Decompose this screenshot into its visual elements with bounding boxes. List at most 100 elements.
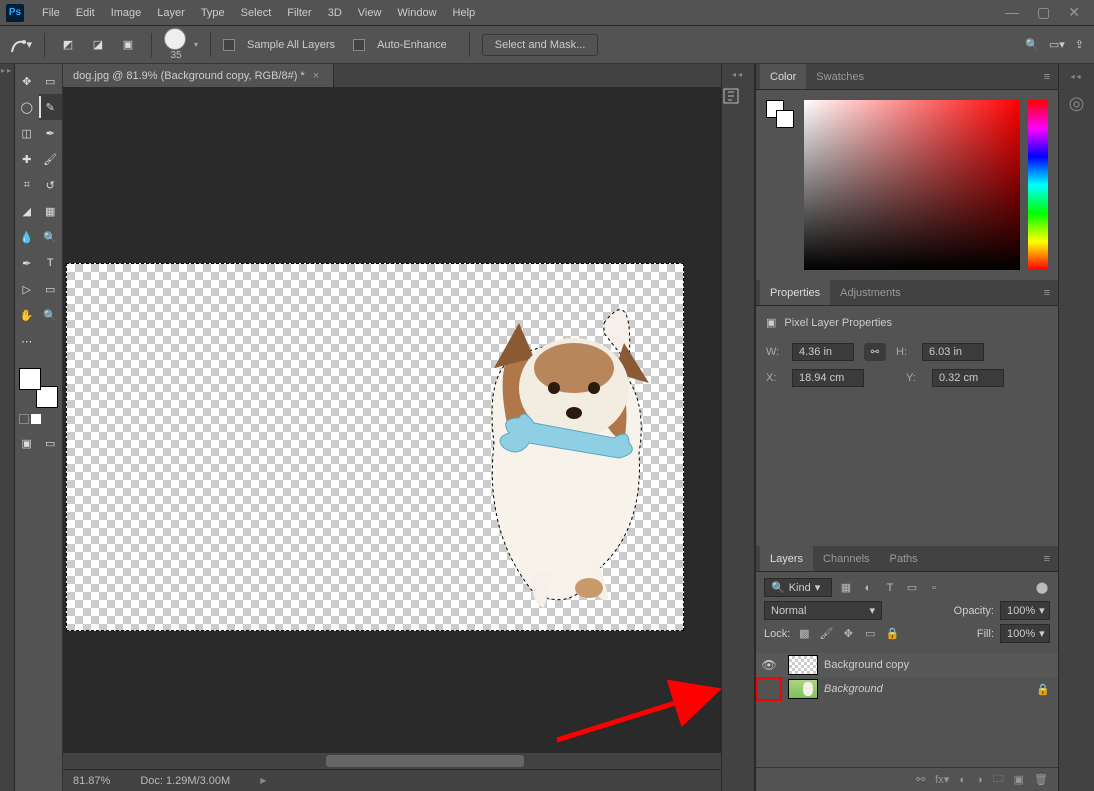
color-swatches[interactable]	[19, 368, 58, 408]
brush-preview[interactable]	[164, 28, 186, 50]
swap-colors-icon[interactable]	[31, 414, 41, 424]
menu-image[interactable]: Image	[103, 0, 150, 25]
hand-tool[interactable]: ✋	[15, 302, 39, 328]
workspace-icon[interactable]: ▭▾	[1049, 38, 1065, 51]
clone-tool[interactable]: ⌗	[15, 172, 39, 198]
color-panel-menu-icon[interactable]: ≡	[1036, 71, 1058, 83]
eyedropper-tool[interactable]: ✒	[39, 120, 63, 146]
layer-row[interactable]: Background 🔒	[756, 677, 1058, 701]
horizontal-scrollbar[interactable]	[63, 753, 721, 769]
filter-smart-icon[interactable]: ▫	[926, 581, 942, 595]
add-selection-icon[interactable]: ◩	[57, 34, 79, 56]
eraser-tool[interactable]: ◢	[15, 198, 39, 224]
color-tab[interactable]: Color	[760, 64, 806, 89]
link-wh-icon[interactable]: ⚯	[864, 343, 886, 361]
menu-help[interactable]: Help	[445, 0, 484, 25]
menu-select[interactable]: Select	[233, 0, 280, 25]
document-canvas[interactable]	[66, 263, 684, 631]
shape-tool[interactable]: ▭	[39, 276, 63, 302]
lock-paint-icon[interactable]: 🖌	[818, 627, 834, 641]
color-field[interactable]	[804, 100, 1020, 270]
mask-icon[interactable]: ◐	[959, 774, 966, 786]
fx-icon[interactable]: fx▾	[935, 773, 949, 786]
screenmode-tool[interactable]: ▭	[39, 430, 63, 456]
layers-panel-menu-icon[interactable]: ≡	[1036, 553, 1058, 565]
layer-name[interactable]: Background copy	[824, 659, 1050, 671]
collapse-right-icon[interactable]: ◂◂	[1059, 72, 1094, 81]
layer-row[interactable]: 👁 Background copy	[756, 653, 1058, 677]
height-input[interactable]	[922, 343, 984, 361]
sample-all-checkbox[interactable]	[223, 39, 235, 51]
properties-panel-menu-icon[interactable]: ≡	[1036, 287, 1058, 299]
lock-artboard-icon[interactable]: ▭	[862, 627, 878, 641]
x-input[interactable]	[792, 369, 864, 387]
properties-tab[interactable]: Properties	[760, 280, 830, 305]
menu-3d[interactable]: 3D	[320, 0, 350, 25]
maximize-button[interactable]: ▢	[1037, 4, 1050, 21]
lock-all-icon[interactable]: 🔒	[884, 627, 900, 641]
paths-tab[interactable]: Paths	[880, 546, 928, 571]
healing-tool[interactable]: ✚	[15, 146, 39, 172]
dodge-tool[interactable]: 🔍	[39, 224, 63, 250]
layer-name[interactable]: Background	[824, 683, 1036, 695]
cc-libraries-icon[interactable]: ◎	[1059, 93, 1094, 114]
hue-slider[interactable]	[1028, 100, 1048, 270]
share-icon[interactable]: ⇪	[1075, 38, 1084, 51]
menu-layer[interactable]: Layer	[149, 0, 193, 25]
lasso-tool[interactable]: ◯	[15, 94, 39, 120]
close-tab-icon[interactable]: ×	[313, 70, 319, 82]
visibility-toggle[interactable]: 👁	[756, 653, 782, 677]
lock-trans-icon[interactable]: ▩	[796, 627, 812, 641]
adjustments-tab[interactable]: Adjustments	[830, 280, 911, 305]
expand-left-icon[interactable]: ▸▸	[1, 66, 13, 75]
new-layer-icon[interactable]: ▣	[1014, 773, 1024, 786]
current-tool-icon[interactable]: ▾	[10, 34, 32, 56]
fill-input[interactable]: 100%▾	[1000, 624, 1050, 643]
channels-tab[interactable]: Channels	[813, 546, 879, 571]
swatches-tab[interactable]: Swatches	[806, 64, 874, 89]
document-tab[interactable]: dog.jpg @ 81.9% (Background copy, RGB/8#…	[63, 64, 334, 87]
filter-shape-icon[interactable]: ▭	[904, 581, 920, 595]
auto-enhance-checkbox[interactable]	[353, 39, 365, 51]
collapse-mid-icon[interactable]: ◂◂	[722, 70, 754, 79]
intersect-selection-icon[interactable]: ▣	[117, 34, 139, 56]
history-collapsed-icon[interactable]	[722, 87, 754, 105]
minimize-button[interactable]: —	[1005, 4, 1019, 21]
filter-type-icon[interactable]: T	[882, 581, 898, 595]
quick-selection-tool[interactable]: ✎	[39, 94, 63, 120]
crop-tool[interactable]: ◫	[15, 120, 39, 146]
menu-window[interactable]: Window	[389, 0, 444, 25]
filter-kind-select[interactable]: 🔍Kind▾	[764, 578, 832, 597]
menu-filter[interactable]: Filter	[279, 0, 319, 25]
layers-tab[interactable]: Layers	[760, 546, 813, 571]
select-and-mask-button[interactable]: Select and Mask...	[482, 34, 599, 56]
gradient-tool[interactable]: ▦	[39, 198, 63, 224]
menu-type[interactable]: Type	[193, 0, 233, 25]
pen-tool[interactable]: ✒	[15, 250, 39, 276]
quickmask-tool[interactable]: ▣	[15, 430, 39, 456]
filter-pixel-icon[interactable]: ▦	[838, 581, 854, 595]
menu-edit[interactable]: Edit	[68, 0, 103, 25]
close-button[interactable]: ✕	[1068, 4, 1080, 21]
type-tool[interactable]: T	[39, 250, 63, 276]
zoom-level[interactable]: 81.87%	[73, 775, 110, 787]
zoom-tool[interactable]: 🔍	[39, 302, 63, 328]
history-brush-tool[interactable]: ↺	[39, 172, 63, 198]
blend-mode-select[interactable]: Normal▾	[764, 601, 882, 620]
edit-toolbar[interactable]: ⋯	[15, 328, 39, 354]
move-tool[interactable]: ✥	[15, 68, 39, 94]
y-input[interactable]	[932, 369, 1004, 387]
group-icon[interactable]: 🗀	[993, 770, 1004, 789]
path-select-tool[interactable]: ▷	[15, 276, 39, 302]
artboard-tool[interactable]: ▭	[39, 68, 63, 94]
default-colors-icon[interactable]	[19, 414, 29, 424]
brush-tool[interactable]: 🖌	[39, 146, 63, 172]
filter-toggle-icon[interactable]: ⬤	[1034, 581, 1050, 595]
adjustment-icon[interactable]: ◑	[976, 774, 983, 786]
blur-tool[interactable]: 💧	[15, 224, 39, 250]
menu-file[interactable]: File	[34, 0, 68, 25]
lock-pos-icon[interactable]: ✥	[840, 627, 856, 641]
visibility-toggle-highlighted[interactable]	[756, 677, 782, 701]
color-swatch-mini[interactable]	[766, 100, 796, 136]
opacity-input[interactable]: 100%▾	[1000, 601, 1050, 620]
